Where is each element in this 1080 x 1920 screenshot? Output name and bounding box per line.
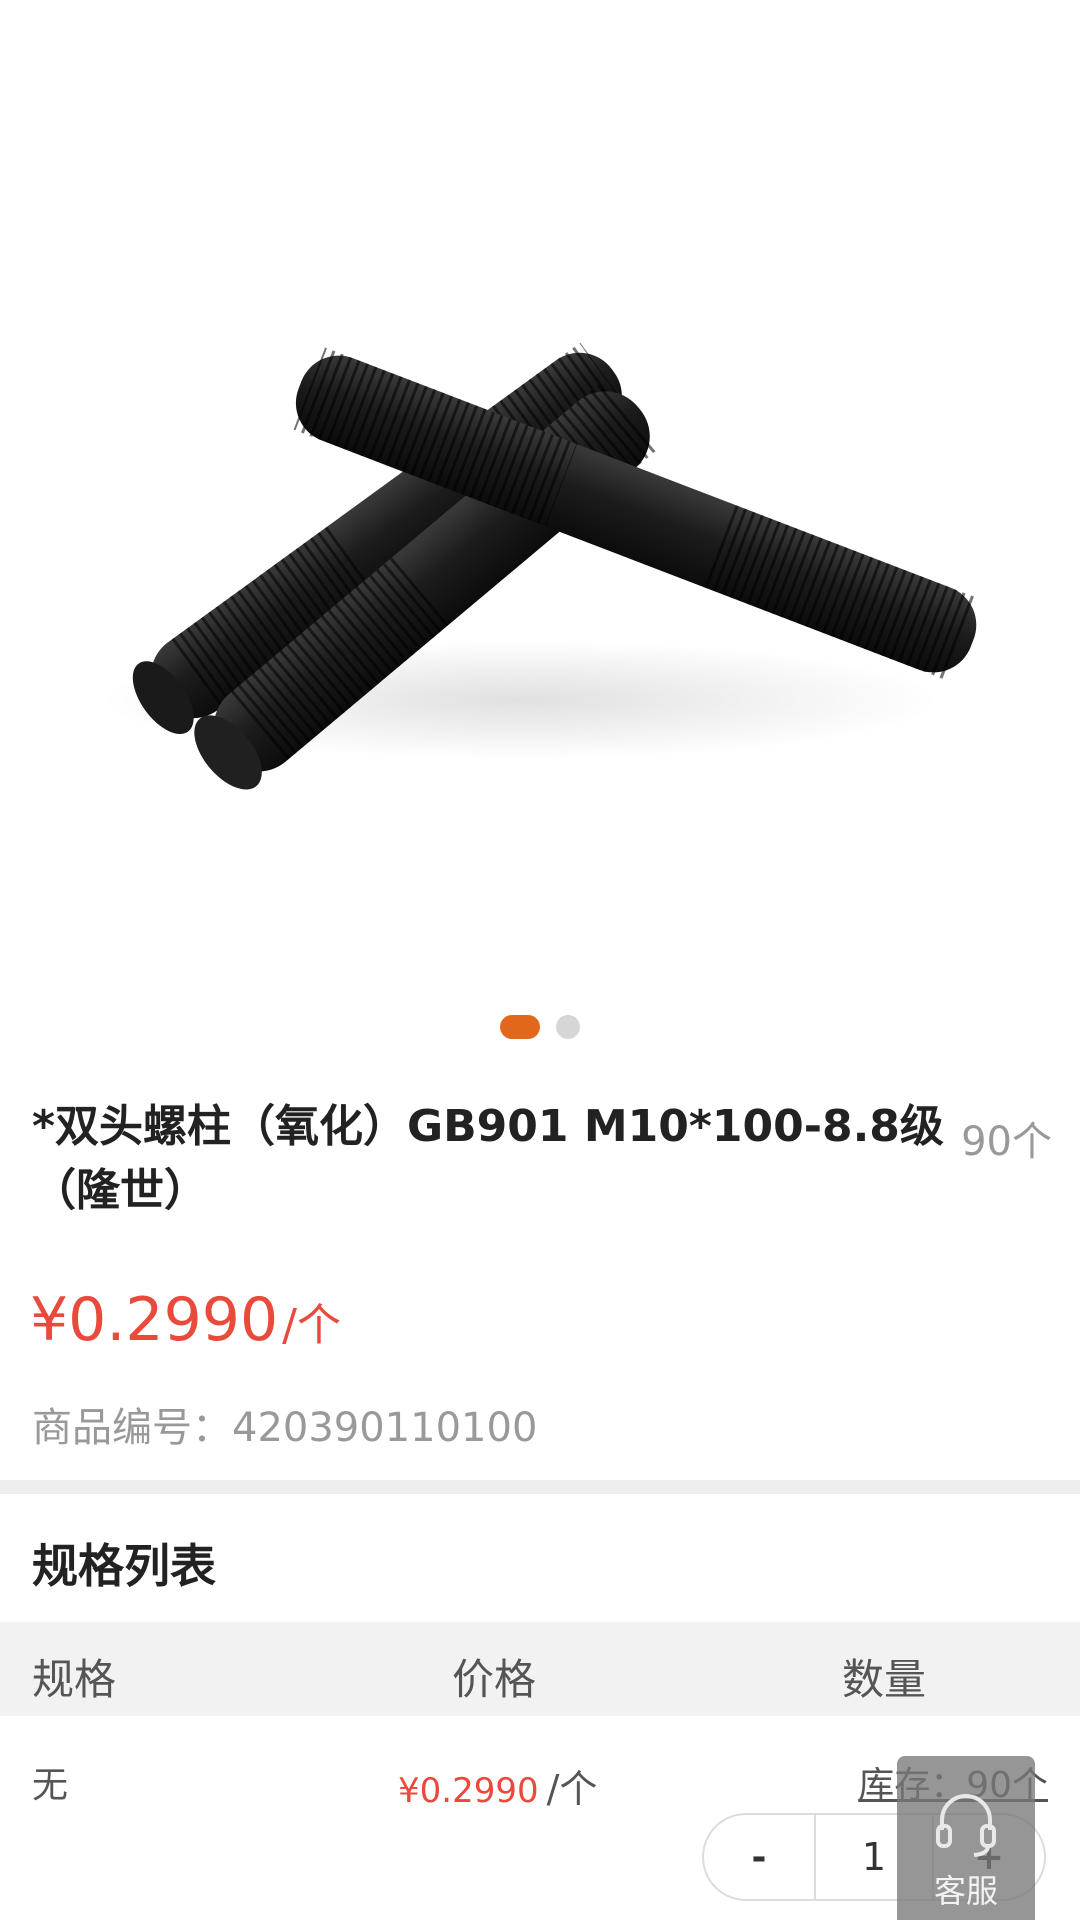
section-divider bbox=[0, 1480, 1080, 1494]
product-image bbox=[100, 342, 979, 790]
decrement-button[interactable]: - bbox=[704, 1837, 814, 1878]
product-title-row: *双头螺柱（氧化）GB901 M10*100-8.8级（隆世） 90个 bbox=[32, 1095, 1052, 1223]
carousel-dot[interactable] bbox=[556, 1015, 580, 1039]
row-spec: 无 bbox=[32, 1765, 69, 1806]
product-price: ¥0.2990 /个 bbox=[30, 1285, 341, 1355]
price-unit: /个 bbox=[282, 1300, 341, 1351]
header-price: 价格 bbox=[452, 1655, 537, 1704]
sku-line: 商品编号：420390110100 bbox=[32, 1395, 537, 1453]
product-title: *双头螺柱（氧化）GB901 M10*100-8.8级（隆世） bbox=[32, 1101, 944, 1216]
carousel-indicator bbox=[0, 1013, 1080, 1041]
stock-badge: 90个 bbox=[961, 1119, 1052, 1165]
sku-label: 商品编号： bbox=[32, 1405, 232, 1451]
spec-section-title: 规格列表 bbox=[32, 1539, 216, 1593]
product-image-carousel[interactable] bbox=[0, 0, 1080, 980]
headset-icon bbox=[936, 1794, 996, 1857]
header-spec: 规格 bbox=[32, 1655, 117, 1704]
row-price-amount: ¥0.2990 bbox=[398, 1771, 539, 1811]
spec-table-header: 规格 价格 数量 bbox=[0, 1622, 1080, 1716]
row-price-unit: /个 bbox=[546, 1767, 598, 1811]
sku-value: 420390110100 bbox=[232, 1405, 538, 1451]
customer-service-button[interactable]: 客服 bbox=[897, 1756, 1035, 1920]
price-amount: ¥0.2990 bbox=[30, 1285, 279, 1355]
header-quantity: 数量 bbox=[842, 1655, 927, 1704]
row-price: ¥0.2990 /个 bbox=[398, 1758, 597, 1813]
carousel-dot-active[interactable] bbox=[500, 1015, 540, 1039]
service-label: 客服 bbox=[933, 1872, 998, 1910]
